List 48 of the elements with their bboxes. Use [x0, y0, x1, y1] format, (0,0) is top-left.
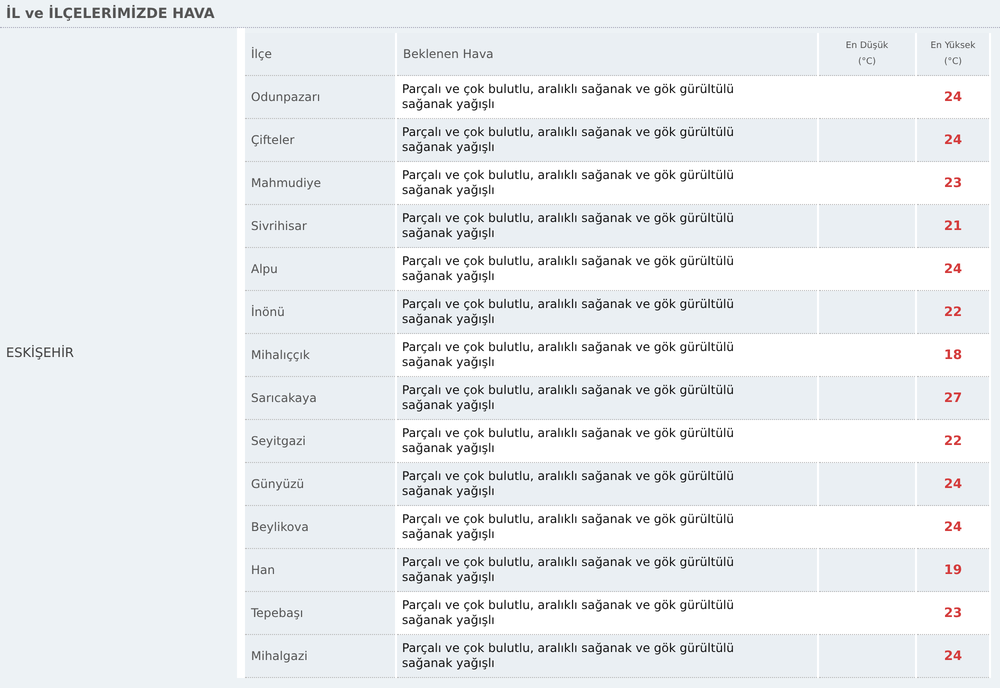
district-cell: Sivrihisar [245, 204, 396, 248]
forecast-cell: Parçalı ve çok bulutlu, aralıklı sağanak ve gök gürültülü sağanak yağışlı [396, 118, 818, 162]
district-cell: Odunpazarı [245, 76, 396, 118]
high-temp-cell: 19 [916, 548, 990, 592]
province-name: ESKİŞEHİR [6, 346, 74, 360]
district-cell: Beylikova [245, 506, 396, 548]
forecast-cell: Parçalı ve çok bulutlu, aralıklı sağanak ve gök gürültülü sağanak yağışlı [396, 204, 818, 248]
high-temp-cell: 24 [916, 506, 990, 548]
high-temp-cell: 22 [916, 290, 990, 334]
forecast-cell: Parçalı ve çok bulutlu, aralıklı sağanak ve gök gürültülü sağanak yağışlı [396, 548, 818, 592]
district-cell: Çifteler [245, 118, 396, 162]
district-cell: Alpu [245, 248, 396, 290]
high-temp-cell: 22 [916, 420, 990, 462]
forecast-cell: Parçalı ve çok bulutlu, aralıklı sağanak ve gök gürültülü sağanak yağışlı [396, 290, 818, 334]
forecast-cell: Parçalı ve çok bulutlu, aralıklı sağanak ve gök gürültülü sağanak yağışlı [396, 162, 818, 204]
district-cell: Sarıcakaya [245, 376, 396, 420]
high-temp-cell: 24 [916, 248, 990, 290]
forecast-cell: Parçalı ve çok bulutlu, aralıklı sağanak ve gök gürültülü sağanak yağışlı [396, 376, 818, 420]
district-cell: İnönü [245, 290, 396, 334]
district-cell: Günyüzü [245, 462, 396, 506]
forecast-cell: Parçalı ve çok bulutlu, aralıklı sağanak ve gök gürültülü sağanak yağışlı [396, 334, 818, 376]
high-temp-cell: 24 [916, 118, 990, 162]
district-cell: Seyitgazi [245, 420, 396, 462]
high-temp-cell: 24 [916, 76, 990, 118]
high-temp-cell: 23 [916, 162, 990, 204]
column-header: En Düşük (°C) [818, 33, 916, 76]
forecast-cell: Parçalı ve çok bulutlu, aralıklı sağanak ve gök gürültülü sağanak yağışlı [396, 506, 818, 548]
high-temp-cell: 27 [916, 376, 990, 420]
section-title: İL ve İLÇELERİMİZDE HAVA [6, 6, 215, 22]
district-cell: Mahmudiye [245, 162, 396, 204]
forecast-cell: Parçalı ve çok bulutlu, aralıklı sağanak ve gök gürültülü sağanak yağışlı [396, 76, 818, 118]
forecast-cell: Parçalı ve çok bulutlu, aralıklı sağanak ve gök gürültülü sağanak yağışlı [396, 462, 818, 506]
forecast-cell: Parçalı ve çok bulutlu, aralıklı sağanak ve gök gürültülü sağanak yağışlı [396, 248, 818, 290]
district-cell: Tepebaşı [245, 592, 396, 634]
column-header: Beklenen Hava [396, 33, 818, 76]
district-cell: Mihalgazi [245, 634, 396, 678]
high-temp-cell: 24 [916, 634, 990, 678]
forecast-cell: Parçalı ve çok bulutlu, aralıklı sağanak ve gök gürültülü sağanak yağışlı [396, 634, 818, 678]
high-temp-cell: 18 [916, 334, 990, 376]
district-cell: Han [245, 548, 396, 592]
forecast-cell: Parçalı ve çok bulutlu, aralıklı sağanak ve gök gürültülü sağanak yağışlı [396, 420, 818, 462]
column-header: İlçe [245, 33, 396, 76]
column-header: En Yüksek (°C) [916, 33, 990, 76]
forecast-cell: Parçalı ve çok bulutlu, aralıklı sağanak ve gök gürültülü sağanak yağışlı [396, 592, 818, 634]
high-temp-cell: 24 [916, 462, 990, 506]
high-temp-cell: 23 [916, 592, 990, 634]
district-cell: Mihalıççık [245, 334, 396, 376]
high-temp-cell: 21 [916, 204, 990, 248]
